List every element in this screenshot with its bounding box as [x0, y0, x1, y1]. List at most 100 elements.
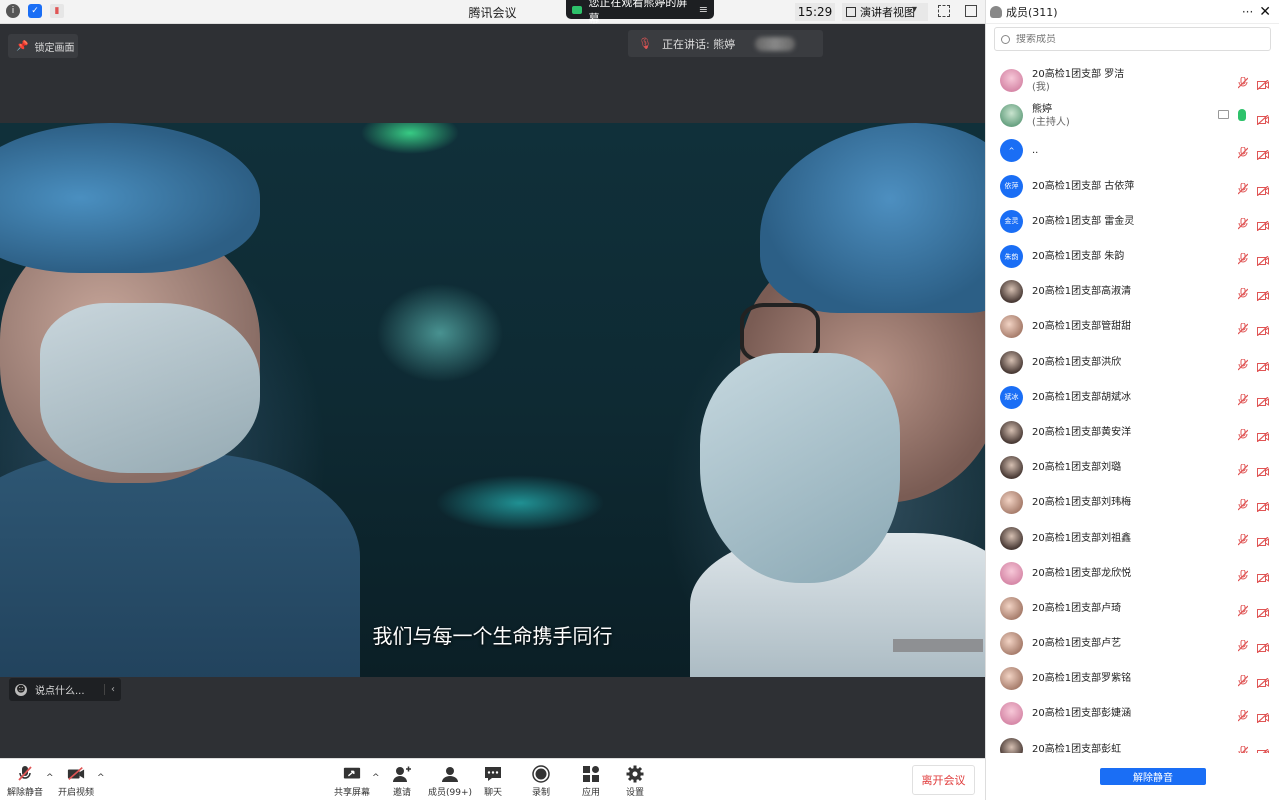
avatar	[1000, 350, 1023, 374]
camera-off-icon[interactable]	[1256, 216, 1269, 232]
mic-muted-icon[interactable]	[1237, 285, 1249, 300]
more-options-icon[interactable]: ···	[1242, 5, 1253, 19]
camera-off-icon[interactable]	[1256, 462, 1269, 478]
camera-off-icon[interactable]	[1256, 708, 1269, 724]
camera-off-icon[interactable]	[1256, 532, 1269, 548]
members-button[interactable]: 成员(99+)	[428, 765, 472, 798]
camera-off-icon[interactable]	[1256, 673, 1269, 689]
surgeon-right-cap	[760, 123, 985, 313]
collapse-chevron-icon[interactable]: ‹	[104, 684, 121, 695]
camera-off-icon[interactable]	[1256, 181, 1269, 197]
unmute-all-button[interactable]: 解除静音	[1100, 768, 1206, 785]
emoji-icon[interactable]: ☻	[15, 683, 27, 696]
member-row[interactable]: 20高检1团支部卢琦	[986, 591, 1279, 626]
record-button[interactable]: 录制	[532, 764, 550, 798]
close-icon[interactable]: ✕	[1259, 4, 1271, 20]
member-name-block: 20高检1团支部龙欣悦	[1032, 567, 1131, 580]
member-row[interactable]: 20高检1团支部彭婕涵	[986, 696, 1279, 731]
member-row[interactable]: 依萍 20高检1团支部 古依萍	[986, 169, 1279, 204]
chat-button[interactable]: 聊天	[484, 765, 502, 798]
mic-muted-icon[interactable]	[1237, 637, 1249, 652]
member-search-input[interactable]	[1016, 33, 1216, 45]
mic-muted-icon[interactable]	[1237, 672, 1249, 687]
pin-screen-button[interactable]: 📌 锁定画面	[8, 34, 78, 58]
camera-off-icon[interactable]	[1256, 110, 1269, 126]
camera-off-icon[interactable]	[1256, 75, 1269, 91]
camera-off-icon[interactable]	[1256, 392, 1269, 408]
camera-off-icon[interactable]	[1256, 145, 1269, 161]
mic-muted-icon[interactable]	[1237, 144, 1249, 159]
share-screen-icon	[343, 765, 361, 782]
member-row[interactable]: ^..	[986, 133, 1279, 168]
leave-meeting-button[interactable]: 离开会议	[912, 765, 975, 795]
mic-options-chevron-icon[interactable]: ^	[46, 773, 54, 783]
member-row[interactable]: 20高检1团支部刘璐	[986, 450, 1279, 485]
member-row[interactable]: 20高检1团支部黄安洋	[986, 415, 1279, 450]
video-options-chevron-icon[interactable]: ^	[97, 773, 105, 783]
mic-muted-icon[interactable]	[1237, 320, 1249, 335]
quick-chat-input[interactable]: ☻ 说点什么... ‹	[9, 678, 121, 701]
member-row[interactable]: 斌冰 20高检1团支部胡斌冰	[986, 380, 1279, 415]
share-options-chevron-icon[interactable]: ^	[372, 773, 380, 783]
mic-muted-icon[interactable]	[1237, 391, 1249, 406]
member-name-block: ..	[1032, 144, 1038, 157]
member-row[interactable]: 朱韵 20高检1团支部 朱韵	[986, 239, 1279, 274]
camera-off-icon[interactable]	[1256, 497, 1269, 513]
mic-muted-icon[interactable]	[1237, 567, 1249, 582]
member-row[interactable]: 20高检1团支部 罗洁 (我)	[986, 63, 1279, 98]
member-row[interactable]: 20高检1团支部彭虹	[986, 732, 1279, 753]
camera-off-icon[interactable]	[1256, 251, 1269, 267]
camera-off-icon[interactable]	[1256, 321, 1269, 337]
fullscreen-icon[interactable]	[938, 5, 950, 17]
member-row[interactable]: 金灵 20高检1团支部 雷金灵	[986, 204, 1279, 239]
mic-muted-icon[interactable]	[1237, 356, 1249, 370]
member-name-block: 20高检1团支部刘璐	[1032, 461, 1121, 474]
mic-muted-icon[interactable]	[1237, 496, 1249, 511]
invite-label: 邀请	[393, 788, 412, 798]
settings-button[interactable]: 设置	[626, 765, 644, 798]
member-row[interactable]: 20高检1团支部高淑清	[986, 274, 1279, 309]
member-row[interactable]: 20高检1团支部刘祖鑫	[986, 520, 1279, 555]
mic-muted-icon[interactable]	[1238, 743, 1249, 753]
apps-button[interactable]: 应用	[582, 765, 600, 798]
camera-off-icon[interactable]	[1256, 286, 1269, 302]
camera-off-icon[interactable]	[1256, 357, 1269, 372]
unmute-button[interactable]: 解除静音	[7, 765, 43, 798]
member-row[interactable]: 20高检1团支部龙欣悦	[986, 556, 1279, 591]
camera-off-icon[interactable]	[1256, 638, 1269, 654]
mic-muted-icon[interactable]	[1237, 250, 1249, 265]
chevron-down-icon[interactable]: ▾	[912, 4, 917, 15]
mic-muted-icon[interactable]	[1237, 461, 1249, 476]
mic-muted-icon[interactable]	[1237, 426, 1249, 441]
mic-muted-icon[interactable]	[1237, 74, 1249, 89]
start-video-button[interactable]: 开启视频	[58, 765, 94, 798]
camera-off-icon[interactable]	[1256, 603, 1269, 619]
apps-label: 应用	[582, 788, 601, 798]
invite-button[interactable]: 邀请	[393, 765, 411, 798]
member-search[interactable]	[994, 27, 1271, 51]
shared-screen-video[interactable]: 我们与每一个生命携手同行	[0, 123, 985, 677]
mic-on-icon[interactable]	[1238, 109, 1246, 122]
mic-muted-icon[interactable]	[1237, 531, 1249, 546]
member-name: 20高检1团支部 古依萍	[1032, 180, 1135, 192]
mic-muted-icon[interactable]	[1237, 602, 1249, 617]
member-row[interactable]: 20高检1团支部刘玮梅	[986, 485, 1279, 520]
camera-off-icon[interactable]	[1256, 427, 1269, 443]
avatar	[1000, 596, 1023, 620]
menu-lines-icon[interactable]: ≡	[699, 3, 708, 16]
mic-muted-icon[interactable]	[1237, 215, 1249, 230]
camera-off-icon[interactable]	[1257, 744, 1269, 753]
member-row[interactable]: 20高检1团支部卢艺	[986, 626, 1279, 661]
mic-muted-icon[interactable]	[1237, 180, 1249, 194]
screen-share-banner[interactable]: 您正在观看熊婷的屏幕 ≡	[566, 0, 714, 25]
avatar	[1000, 420, 1023, 444]
member-list: 20高检1团支部 罗洁 (我) 熊婷 (主持人) ^.. 依萍 20高检1团支部 古依萍 金灵…	[986, 63, 1279, 753]
mic-muted-icon[interactable]	[1237, 707, 1249, 722]
member-row[interactable]: 20高检1团支部管甜甜	[986, 309, 1279, 344]
share-screen-button[interactable]: 共享屏幕	[334, 765, 370, 798]
member-row[interactable]: 20高检1团支部罗紫铭	[986, 661, 1279, 696]
member-row[interactable]: 20高检1团支部洪欣	[986, 345, 1279, 380]
split-view-icon[interactable]	[965, 5, 977, 17]
member-row[interactable]: 熊婷 (主持人)	[986, 98, 1279, 133]
camera-off-icon[interactable]	[1256, 568, 1269, 584]
